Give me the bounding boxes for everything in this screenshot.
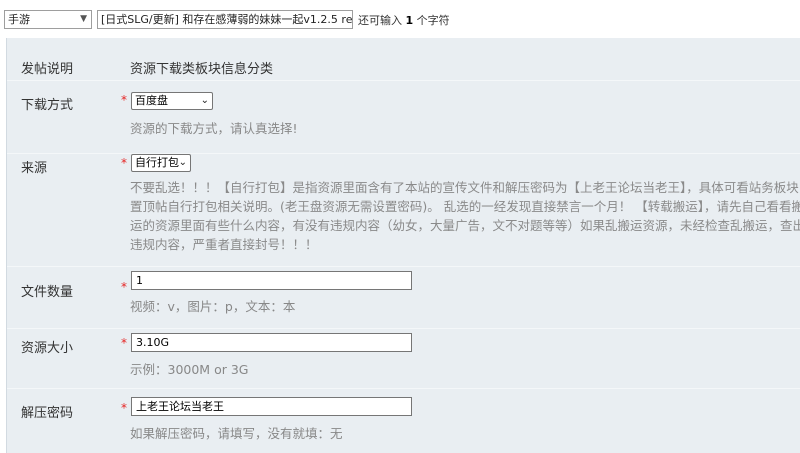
source-hint-line: 运的资源里面有些什么内容，有没有违规内容（幼女，大量广告，文不对题等等）如果乱搬… [130, 218, 800, 233]
required-mark: * [121, 156, 127, 170]
required-mark: * [121, 280, 127, 294]
char-remaining: 还可输入 1 个字符 [358, 12, 450, 28]
row-file-count: 文件数量 * 1 视频：v，图片：p，文本：本 [7, 267, 800, 329]
title-input[interactable]: [日式SLG/更新] 和存在感薄弱的妹妹一起v1.2.5 rev.4 PC [97, 10, 353, 29]
source-hint-line: 置顶帖自行打包相关说明。(老王盘资源无需设置密码)。 乱选的一经发现直接禁言一个… [130, 199, 800, 214]
file-count-hint: 视频：v，图片：p，文本：本 [130, 299, 296, 314]
resource-size-input[interactable]: 3.10G [131, 333, 412, 352]
download-method-hint: 资源的下载方式，请认真选择! [130, 121, 298, 136]
file-count-input[interactable]: 1 [131, 271, 412, 290]
row-source: 来源 * 自行打包 ⌄ 不要乱选！！！【自行打包】是指资源里面含有了本站的宣传文… [7, 154, 800, 267]
required-mark: * [121, 336, 127, 350]
required-mark: * [121, 401, 127, 415]
row-resource-size: 资源大小 * 3.10G 示例：3000M or 3G [7, 329, 800, 389]
source-label: 来源 [21, 161, 48, 176]
source-select[interactable]: 自行打包 ⌄ [131, 154, 191, 172]
unzip-password-input[interactable]: 上老王论坛当老王 [131, 397, 412, 416]
category-select[interactable]: 手游 ▼ [4, 10, 92, 29]
chevron-down-icon: ⌄ [200, 95, 209, 106]
unzip-password-label: 解压密码 [21, 406, 74, 421]
top-bar: 手游 ▼ [日式SLG/更新] 和存在感薄弱的妹妹一起v1.2.5 rev.4 … [0, 0, 800, 38]
source-hint: 不要乱选！！！【自行打包】是指资源里面含有了本站的宣传文件和解压密码为【上老王论… [130, 178, 800, 254]
category-select-value: 手游 [8, 13, 30, 26]
resource-size-label: 资源大小 [21, 341, 74, 356]
row-download-method: 下载方式 * 百度盘 ⌄ 资源的下载方式，请认真选择! [7, 81, 800, 154]
unzip-password-hint: 如果解压密码，请填写，没有就填：无 [130, 426, 343, 441]
char-remaining-suffix: 个字符 [416, 14, 450, 27]
resource-size-hint: 示例：3000M or 3G [130, 362, 249, 377]
char-remaining-prefix: 还可输入 [358, 14, 402, 27]
chevron-down-icon: ⌄ [178, 157, 187, 168]
download-method-select[interactable]: 百度盘 ⌄ [131, 92, 213, 110]
source-hint-line: 违规内容，严重者直接封号！！！ [130, 237, 318, 252]
source-hint-line: 不要乱选！！！【自行打包】是指资源里面含有了本站的宣传文件和解压密码为【上老王论… [130, 180, 799, 195]
post-desc-label: 发帖说明 [21, 62, 74, 77]
source-value: 自行打包 [135, 156, 179, 169]
post-desc-value: 资源下载类板块信息分类 [130, 62, 274, 77]
row-post-desc: 发帖说明 资源下载类板块信息分类 [7, 38, 800, 81]
file-count-label: 文件数量 [21, 285, 74, 300]
required-mark: * [121, 93, 127, 107]
post-form: 发帖说明 资源下载类板块信息分类 下载方式 * 百度盘 ⌄ 资源的下载方式，请认… [6, 38, 800, 453]
download-method-label: 下载方式 [21, 98, 74, 113]
chevron-down-icon: ▼ [80, 14, 87, 24]
char-remaining-count: 1 [405, 14, 414, 27]
row-unzip-password: 解压密码 * 上老王论坛当老王 如果解压密码，请填写，没有就填：无 [7, 389, 800, 453]
download-method-value: 百度盘 [135, 94, 168, 107]
